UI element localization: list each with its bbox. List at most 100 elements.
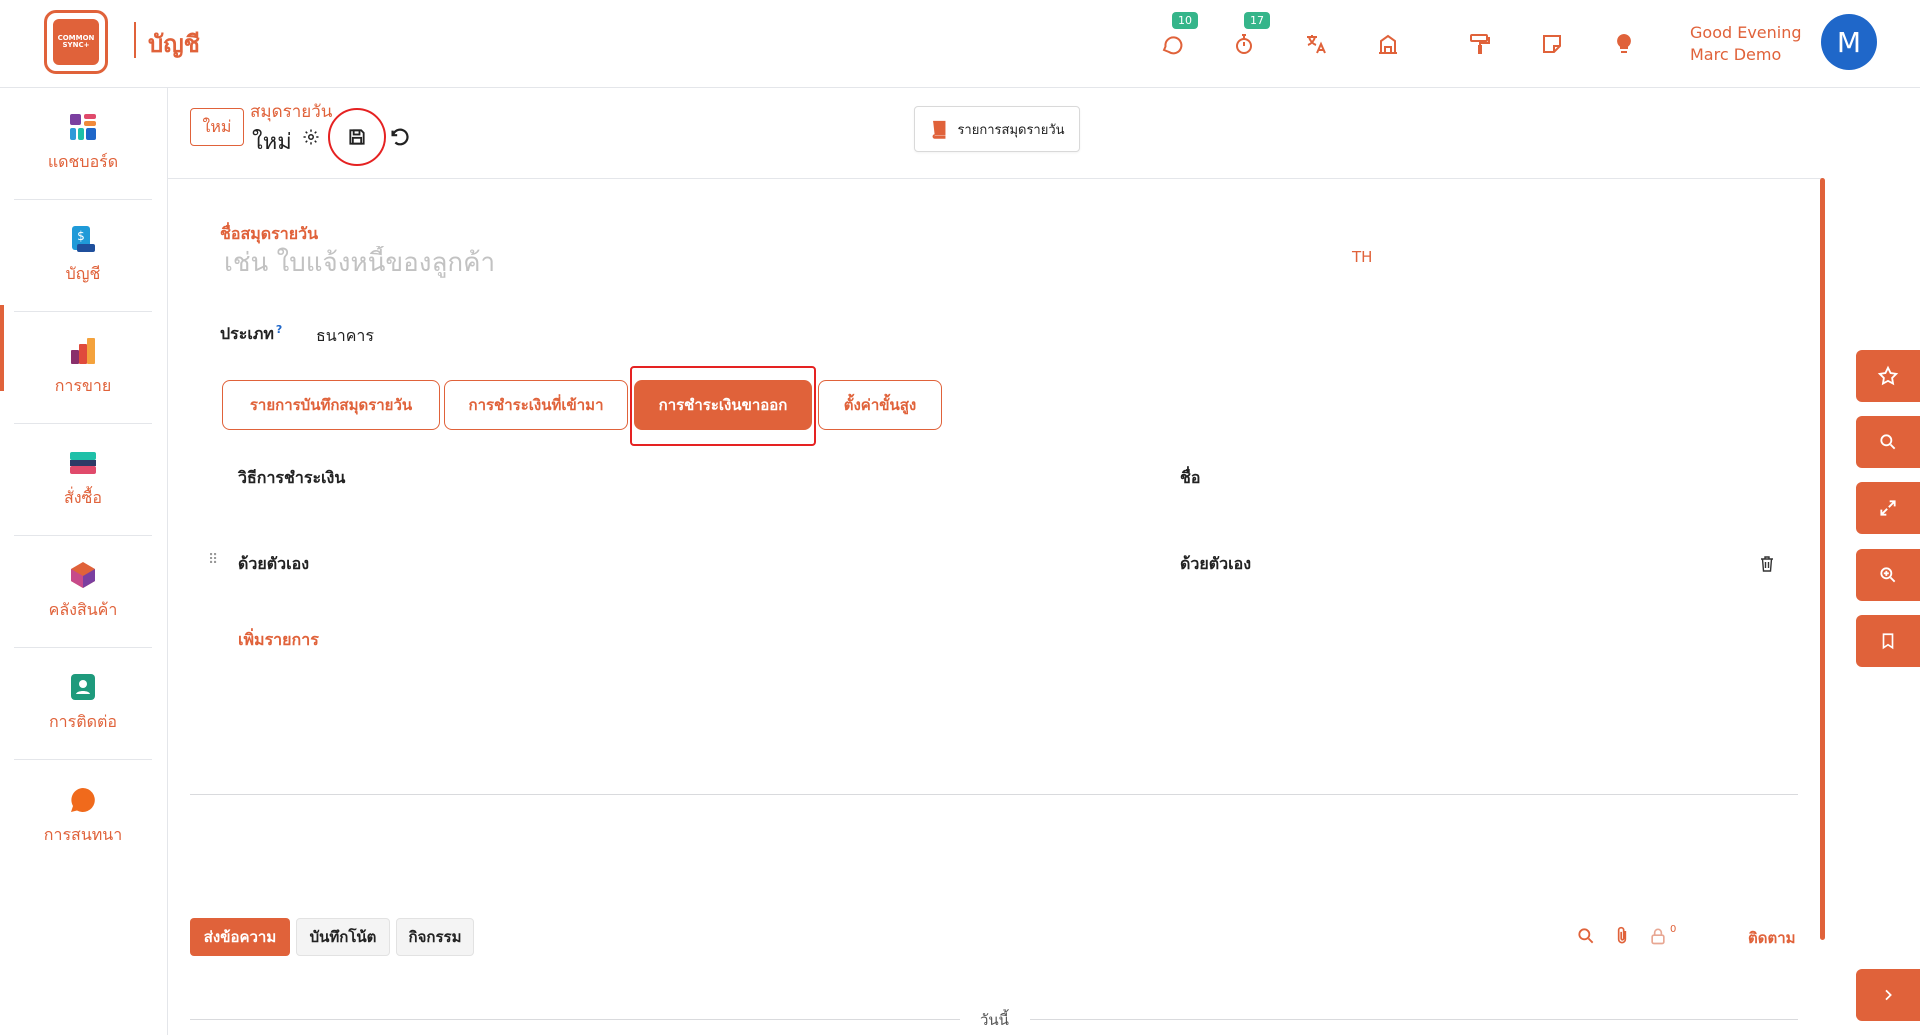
greeting-text: Good Evening bbox=[1690, 23, 1802, 42]
bookmark-icon bbox=[1882, 633, 1894, 650]
gear-icon bbox=[303, 129, 319, 145]
chat-bubble-icon bbox=[1162, 36, 1183, 55]
zoom-button[interactable] bbox=[1856, 549, 1920, 601]
expand-icon bbox=[1880, 500, 1896, 516]
search-icon bbox=[1578, 928, 1594, 944]
purchase-icon bbox=[70, 452, 96, 474]
type-select[interactable]: ธนาคาร bbox=[316, 324, 374, 349]
language-code-button[interactable]: TH bbox=[1352, 248, 1372, 266]
app-title: บัญชี bbox=[148, 30, 200, 58]
delete-row-button[interactable] bbox=[1760, 556, 1774, 576]
theme-button[interactable] bbox=[1464, 28, 1496, 60]
top-bar: COMMON SYNC+ บัญชี 10 17 Good Evening Ma… bbox=[0, 0, 1920, 88]
tab-advanced-settings[interactable]: ตั้งค่าขั้นสูง bbox=[818, 380, 942, 430]
sidebar-item-dashboard[interactable]: แดชบอร์ด bbox=[14, 88, 152, 200]
new-button[interactable]: ใหม่ bbox=[190, 108, 244, 146]
tips-button[interactable] bbox=[1608, 28, 1640, 60]
activity-button[interactable]: กิจกรรม bbox=[396, 918, 474, 956]
scrollbar[interactable] bbox=[1820, 178, 1825, 940]
followers-button[interactable] bbox=[1648, 926, 1668, 950]
notes-button[interactable] bbox=[1536, 28, 1568, 60]
tab-incoming-payments[interactable]: การชำระเงินที่เข้ามา bbox=[444, 380, 628, 430]
date-divider-left bbox=[190, 1019, 960, 1020]
inventory-icon bbox=[71, 562, 95, 588]
column-header-payment-method[interactable]: วิธีการชำระเงิน bbox=[238, 466, 345, 491]
sidebar-item-discuss[interactable]: การสนทนา bbox=[14, 760, 152, 872]
journal-name-input[interactable] bbox=[224, 246, 1344, 280]
paperclip-icon bbox=[1617, 926, 1627, 944]
help-tooltip-icon[interactable]: ? bbox=[276, 323, 282, 336]
journal-name-label: ชื่อสมุดรายวัน bbox=[220, 224, 319, 243]
table-cell-name[interactable]: ด้วยตัวเอง bbox=[1180, 552, 1251, 577]
save-button[interactable] bbox=[328, 108, 386, 166]
date-separator-label: วันนี้ bbox=[980, 1011, 1009, 1029]
drag-handle-icon[interactable]: ⠿ bbox=[208, 552, 218, 568]
chatter-search-button[interactable] bbox=[1576, 926, 1596, 950]
user-lock-icon bbox=[1651, 928, 1665, 945]
sidebar-item-purchase[interactable]: สั่งซื้อ bbox=[14, 424, 152, 536]
contacts-icon bbox=[71, 674, 95, 700]
follow-button[interactable]: ติดตาม bbox=[1748, 926, 1796, 950]
logo-divider bbox=[134, 22, 136, 58]
undo-icon bbox=[391, 128, 409, 146]
language-button[interactable] bbox=[1300, 28, 1332, 60]
add-line-link[interactable]: เพิ่มรายการ bbox=[238, 628, 319, 653]
lightbulb-icon bbox=[1617, 34, 1631, 53]
breadcrumb-parent[interactable]: สมุดรายวัน bbox=[250, 98, 332, 125]
search-icon bbox=[1880, 434, 1896, 450]
trash-icon bbox=[1761, 556, 1773, 572]
table-cell-payment-method[interactable]: ด้วยตัวเอง bbox=[238, 552, 309, 577]
breadcrumb-current: ใหม่ bbox=[252, 130, 292, 155]
record-actions-button[interactable] bbox=[302, 128, 320, 150]
send-message-button[interactable]: ส่งข้อความ bbox=[190, 918, 290, 956]
journal-items-label: รายการสมุดรายวัน bbox=[957, 122, 1065, 138]
building-icon bbox=[1379, 34, 1397, 54]
messages-button[interactable]: 10 bbox=[1156, 12, 1198, 60]
favorite-button[interactable] bbox=[1856, 350, 1920, 402]
messages-badge: 10 bbox=[1172, 12, 1198, 29]
user-name: Marc Demo bbox=[1690, 45, 1782, 64]
tab-journal-entries[interactable]: รายการบันทึกสมุดรายวัน bbox=[222, 380, 440, 430]
logo-text: COMMON SYNC+ bbox=[53, 19, 99, 65]
followers-count: 0 bbox=[1670, 924, 1677, 935]
fullscreen-button[interactable] bbox=[1856, 482, 1920, 534]
sidebar-item-label: การขาย bbox=[54, 376, 112, 395]
sidebar-item-label: การสนทนา bbox=[43, 824, 123, 844]
sidebar-active-indicator bbox=[0, 305, 4, 391]
activities-button[interactable]: 17 bbox=[1228, 12, 1270, 60]
book-icon bbox=[933, 120, 946, 139]
chevron-right-icon bbox=[1885, 989, 1892, 1001]
user-avatar[interactable]: M bbox=[1821, 14, 1877, 70]
tab-outgoing-payments[interactable]: การชำระเงินขาออก bbox=[634, 380, 812, 430]
divider bbox=[190, 794, 1798, 795]
star-icon bbox=[1877, 365, 1899, 386]
discuss-icon bbox=[71, 787, 95, 812]
search-button[interactable] bbox=[1856, 416, 1920, 468]
user-greeting: Good Evening Marc Demo bbox=[1690, 22, 1802, 66]
sidebar-item-sales[interactable]: การขาย bbox=[14, 312, 152, 424]
sidebar-item-inventory[interactable]: คลังสินค้า bbox=[14, 536, 152, 648]
bookmark-button[interactable] bbox=[1856, 615, 1920, 667]
sidebar-item-label: การติดต่อ bbox=[48, 712, 118, 731]
accounting-icon: $ bbox=[72, 226, 95, 252]
app-logo[interactable]: COMMON SYNC+ bbox=[44, 10, 108, 74]
column-header-name[interactable]: ชื่อ bbox=[1180, 466, 1200, 491]
sidebar-item-contacts[interactable]: การติดต่อ bbox=[14, 648, 152, 760]
expand-panel-button[interactable] bbox=[1856, 969, 1920, 1021]
log-note-button[interactable]: บันทึกโน้ต bbox=[296, 918, 390, 956]
sidebar-item-label: แดชบอร์ด bbox=[47, 152, 119, 171]
type-label-text: ประเภท bbox=[220, 324, 274, 343]
sales-icon bbox=[71, 338, 95, 364]
svg-text:$: $ bbox=[77, 229, 85, 243]
sidebar-item-label: สั่งซื้อ bbox=[63, 488, 103, 507]
discard-button[interactable] bbox=[388, 126, 410, 152]
floppy-disk-icon bbox=[349, 129, 365, 145]
sticky-note-icon bbox=[1543, 35, 1561, 53]
type-field-label: ประเภท? bbox=[220, 322, 282, 347]
sidebar-item-accounting[interactable]: $ บัญชี bbox=[14, 200, 152, 312]
attachments-button[interactable] bbox=[1612, 926, 1632, 950]
company-button[interactable] bbox=[1372, 28, 1404, 60]
journal-items-button[interactable]: รายการสมุดรายวัน bbox=[914, 106, 1080, 152]
form-sheet bbox=[168, 178, 1822, 1035]
activities-badge: 17 bbox=[1244, 12, 1270, 29]
